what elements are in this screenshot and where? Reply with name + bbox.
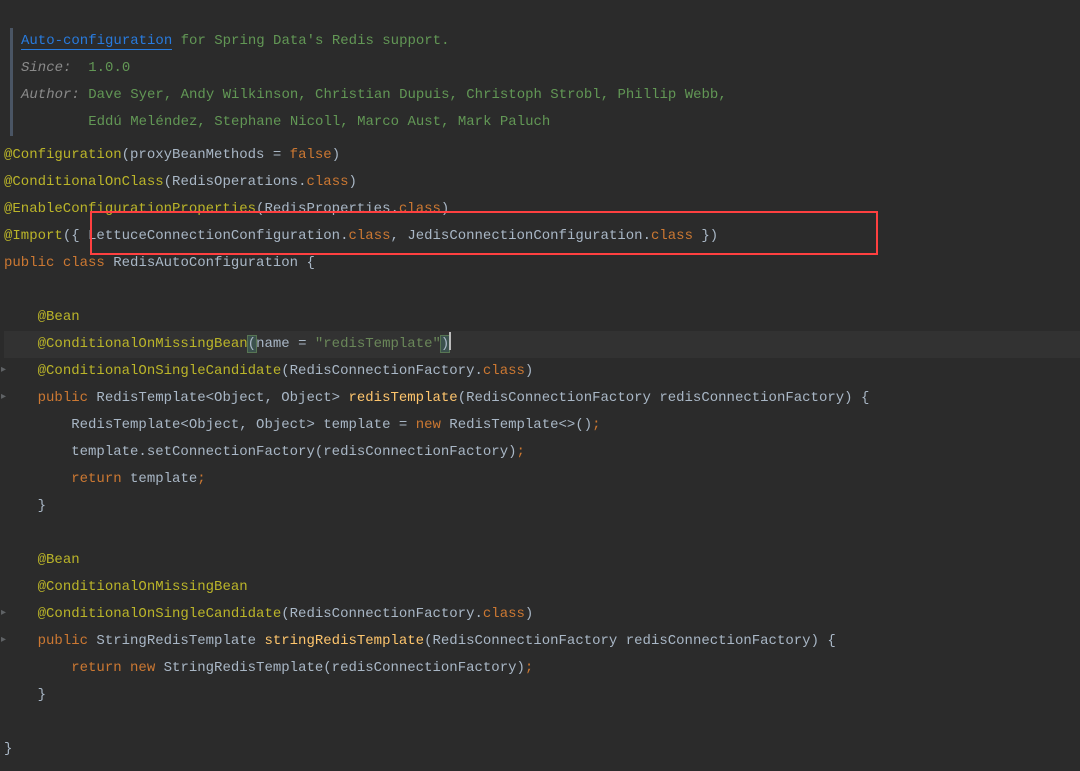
annotation-conditional-missing-bean-2[interactable]: @ConditionalOnMissingBean: [4, 574, 1080, 601]
annotation-conditional-missing-bean-1[interactable]: @ConditionalOnMissingBean(name = "redisT…: [4, 331, 1080, 358]
gutter-icon[interactable]: ▸: [1, 636, 11, 646]
javadoc-author-line1: Author: Dave Syer, Andy Wilkinson, Chris…: [21, 82, 1080, 109]
annotation-bean-1[interactable]: @Bean: [4, 304, 1080, 331]
code-area[interactable]: @Configuration(proxyBeanMethods = false)…: [0, 142, 1080, 763]
javadoc-since: Since: 1.0.0: [21, 55, 1080, 82]
text-cursor: [449, 332, 451, 350]
javadoc-block: Auto-configuration for Spring Data's Red…: [10, 28, 1080, 136]
method-string-redis-template-decl[interactable]: ▸ public StringRedisTemplate stringRedis…: [4, 628, 1080, 655]
method-redis-template-decl[interactable]: ▸ public RedisTemplate<Object, Object> r…: [4, 385, 1080, 412]
code-line-new-template[interactable]: RedisTemplate<Object, Object> template =…: [4, 412, 1080, 439]
annotation-conditional-single-candidate-2[interactable]: ▸ @ConditionalOnSingleCandidate(RedisCon…: [4, 601, 1080, 628]
annotation-conditional-on-class[interactable]: @ConditionalOnClass(RedisOperations.clas…: [4, 169, 1080, 196]
blank-line[interactable]: [4, 709, 1080, 736]
blank-line[interactable]: [4, 520, 1080, 547]
gutter-icon[interactable]: ▸: [1, 366, 11, 376]
code-line-return-template[interactable]: return template;: [4, 466, 1080, 493]
class-declaration[interactable]: public class RedisAutoConfiguration {: [4, 250, 1080, 277]
code-line-set-factory[interactable]: template.setConnectionFactory(redisConne…: [4, 439, 1080, 466]
javadoc-link[interactable]: Auto-configuration: [21, 33, 172, 50]
code-editor[interactable]: Auto-configuration for Spring Data's Red…: [0, 0, 1080, 763]
annotation-enable-config-props[interactable]: @EnableConfigurationProperties(RedisProp…: [4, 196, 1080, 223]
code-line-return-string-template[interactable]: return new StringRedisTemplate(redisConn…: [4, 655, 1080, 682]
gutter-icon[interactable]: ▸: [1, 609, 11, 619]
annotation-import[interactable]: @Import({ LettuceConnectionConfiguration…: [4, 223, 1080, 250]
method-close-brace-1[interactable]: }: [4, 493, 1080, 520]
gutter-icon[interactable]: ▸: [1, 393, 11, 403]
javadoc-author-line2: Eddú Meléndez, Stephane Nicoll, Marco Au…: [21, 109, 1080, 136]
method-close-brace-2[interactable]: }: [4, 682, 1080, 709]
annotation-configuration[interactable]: @Configuration(proxyBeanMethods = false): [4, 142, 1080, 169]
javadoc-description: Auto-configuration for Spring Data's Red…: [21, 28, 1080, 55]
class-close-brace[interactable]: }: [4, 736, 1080, 763]
annotation-bean-2[interactable]: @Bean: [4, 547, 1080, 574]
annotation-conditional-single-candidate-1[interactable]: ▸ @ConditionalOnSingleCandidate(RedisCon…: [4, 358, 1080, 385]
blank-line[interactable]: [4, 277, 1080, 304]
